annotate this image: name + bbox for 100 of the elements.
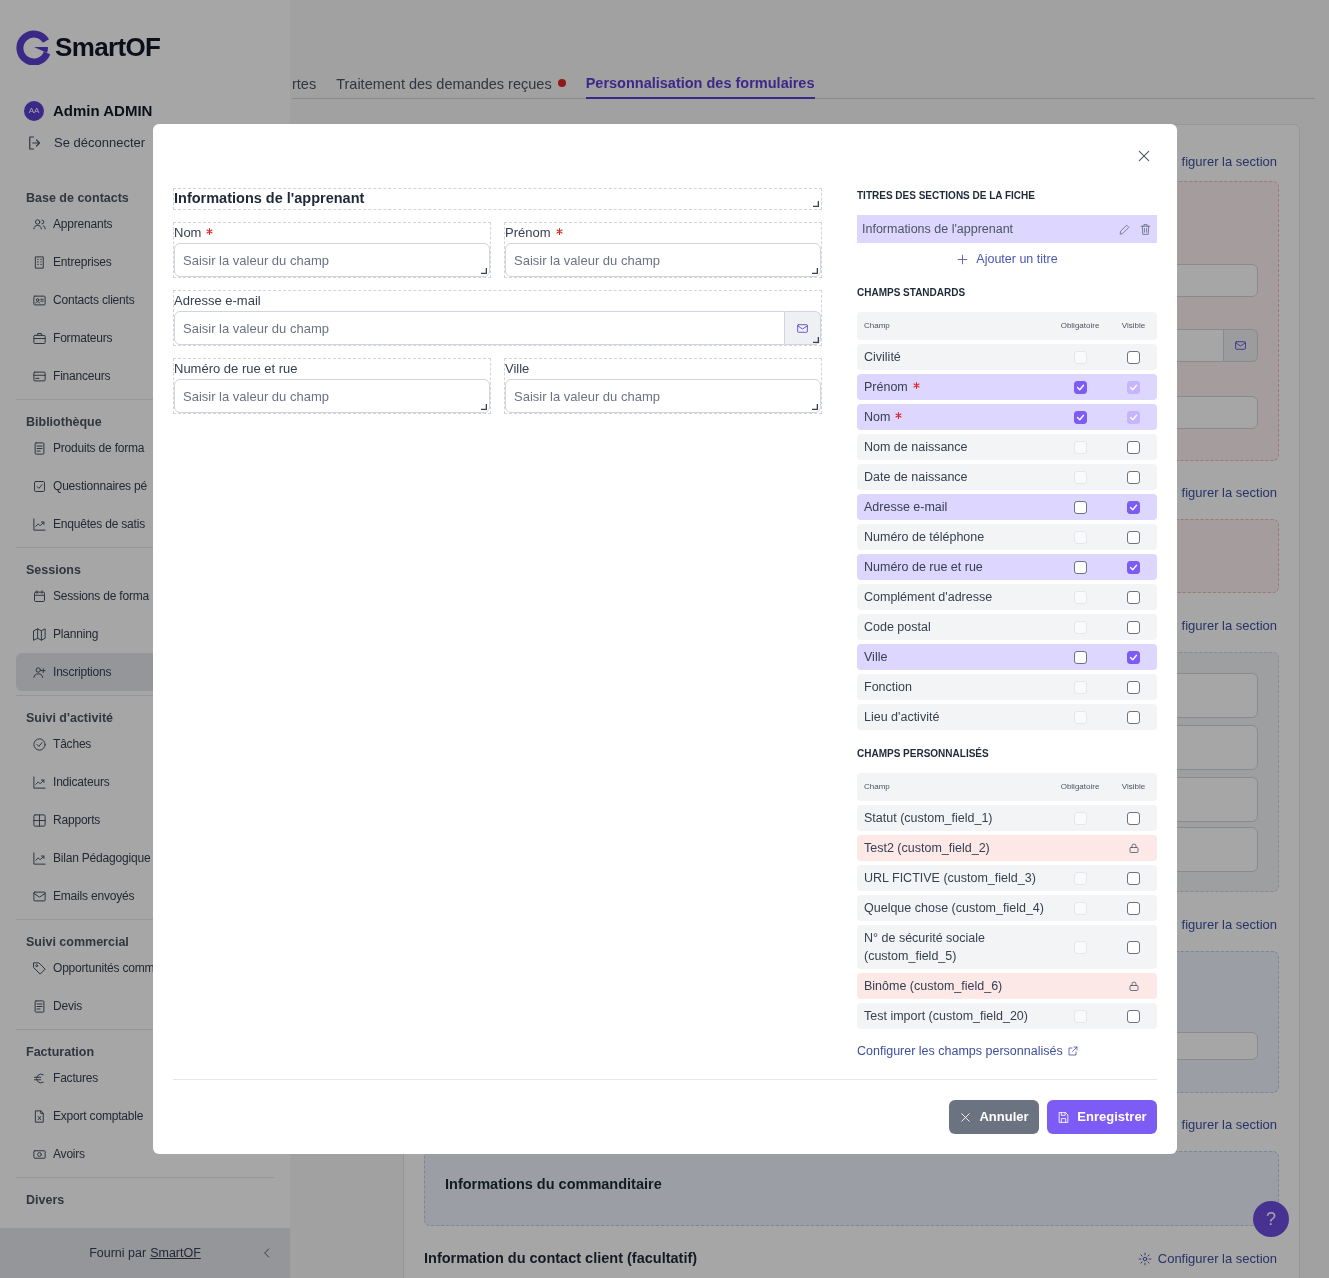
check-icon	[1075, 382, 1085, 392]
sidebar-item[interactable]: Devis	[16, 987, 274, 1025]
tab[interactable]: Traitement des demandes reçues	[336, 70, 566, 99]
sidebar-item[interactable]: Tâches	[16, 725, 274, 763]
map-icon	[32, 626, 47, 642]
checkbox[interactable]	[1073, 560, 1087, 574]
tab[interactable]: rtes	[292, 70, 317, 99]
credit-card-icon	[32, 368, 47, 384]
panel-heading: CHAMPS STANDARDS	[857, 285, 967, 299]
envelope-icon	[32, 888, 47, 904]
sidebar-item[interactable]: Avoirs	[16, 1135, 274, 1173]
trash-icon[interactable]	[1139, 222, 1152, 236]
input-field[interactable]: Saisir la valeur du champ	[174, 243, 490, 277]
sidebar-item[interactable]: Rapports	[16, 801, 274, 839]
field-name: Numéro de téléphone	[864, 529, 985, 546]
input-field[interactable]: Saisir la valeur du champ	[505, 243, 821, 277]
checkbox[interactable]	[1127, 940, 1140, 954]
tab[interactable]: Personnalisation des formulaires	[585, 70, 815, 99]
cancel-button[interactable]: Annuler	[949, 1100, 1039, 1134]
input-field[interactable]: Saisir la valeur du champ	[174, 311, 785, 345]
field-name: Adresse e-mail	[864, 499, 948, 516]
sidebar-item[interactable]: Bilan Pédagogique	[16, 839, 274, 877]
checkbox[interactable]	[1127, 650, 1140, 664]
logout-link[interactable]: Se déconnecter	[0, 126, 146, 160]
sidebar-item[interactable]: Enquêtes de satis	[16, 505, 274, 543]
chart-icon	[32, 516, 47, 532]
sidebar-item[interactable]: Questionnaires pé	[16, 467, 274, 505]
checkbox[interactable]	[1127, 500, 1140, 514]
field-label: Ville	[505, 360, 530, 379]
section-title-row[interactable]: Informations de l'apprenant	[857, 215, 1157, 243]
sidebar-item[interactable]: Emails envoyés	[16, 877, 274, 915]
checkbox[interactable]	[1127, 620, 1140, 634]
checkbox[interactable]	[1127, 440, 1140, 454]
section-heading: Facturation	[26, 1044, 95, 1061]
check-icon	[1075, 412, 1085, 422]
section-heading: Suivi commercial	[26, 934, 129, 951]
section-heading: Base de contacts	[26, 190, 129, 207]
sidebar-item[interactable]: Indicateurs	[16, 763, 274, 801]
checkbox[interactable]	[1127, 710, 1140, 724]
check-icon	[1129, 562, 1138, 572]
chart-icon	[32, 774, 47, 790]
checkbox[interactable]	[1127, 470, 1140, 484]
field-name: URL FICTIVE (custom_field_3)	[864, 870, 1036, 887]
euro-icon	[32, 1070, 47, 1086]
sidebar-item[interactable]: Planning	[16, 615, 274, 653]
panel-heading: TITRES DES SECTIONS DE LA FICHE	[857, 188, 1036, 202]
checkbox[interactable]	[1127, 590, 1140, 604]
input-field[interactable]: Saisir la valeur du champ	[505, 379, 821, 413]
sidebar-item[interactable]: Factures	[16, 1059, 274, 1097]
file-icon	[32, 1108, 47, 1124]
field-name: Test2 (custom_field_2)	[864, 840, 990, 857]
save-icon	[1057, 1110, 1071, 1124]
checkbox[interactable]	[1127, 1009, 1140, 1023]
configure-link[interactable]: Configurer la section	[1137, 1250, 1279, 1268]
sidebar-item[interactable]: Produits de forma	[16, 429, 274, 467]
field-name: Quelque chose (custom_field_4)	[864, 900, 1044, 917]
checkbox[interactable]	[1073, 500, 1087, 514]
field-name: Complément d'adresse	[864, 589, 993, 606]
sidebar-item[interactable]: Export comptable	[16, 1097, 274, 1135]
field-name: Binôme (custom_field_6)	[864, 978, 1003, 995]
logo-icon	[16, 29, 52, 65]
logo-text: SmartOF	[55, 30, 161, 64]
save-button[interactable]: Enregistrer	[1047, 1100, 1157, 1134]
resize-handle-icon	[813, 337, 819, 343]
checkbox[interactable]	[1127, 530, 1140, 544]
input-field[interactable]: Saisir la valeur du champ	[174, 379, 490, 413]
field-name: Prénom	[864, 379, 908, 396]
tag-icon	[32, 960, 47, 976]
checkbox[interactable]	[1073, 380, 1087, 394]
checkbox[interactable]	[1073, 410, 1087, 424]
envelope-icon	[1234, 339, 1247, 352]
check-icon	[1129, 502, 1138, 512]
resize-handle-icon	[812, 404, 818, 410]
checkbox[interactable]	[1127, 560, 1140, 574]
footer-link[interactable]: SmartOF	[150, 1243, 201, 1263]
field-label: Adresse e-mail	[174, 292, 261, 311]
close-icon[interactable]	[1136, 148, 1152, 164]
column-header: Obligatoire	[1059, 781, 1101, 793]
id-card-icon	[32, 292, 47, 308]
checkbox[interactable]	[1127, 680, 1140, 694]
field-name: Numéro de rue et rue	[864, 559, 983, 576]
resize-handle-icon	[812, 268, 818, 274]
document-icon	[32, 998, 47, 1014]
plus-icon	[956, 252, 970, 266]
field-name: Statut (custom_field_1)	[864, 810, 993, 827]
add-title-button[interactable]: Ajouter un titre	[956, 249, 1058, 269]
field-name: Fonction	[864, 679, 912, 696]
checkbox[interactable]	[1127, 811, 1140, 825]
chart-icon	[32, 850, 47, 866]
section-heading: Bibliothèque	[26, 414, 102, 431]
section-title: Information du contact client (facultatif)	[424, 1249, 698, 1269]
checkbox[interactable]	[1127, 350, 1140, 364]
checkbox[interactable]	[1073, 650, 1087, 664]
external-link-icon	[1066, 1045, 1079, 1057]
sidebar-item[interactable]: Sessions de forma	[16, 577, 274, 615]
configure-fields-link[interactable]: Configurer les champs personnalisés	[857, 1043, 1079, 1059]
form-section-title: Informations de l'apprenant	[174, 189, 365, 209]
checkbox[interactable]	[1127, 871, 1140, 885]
calendar-icon	[32, 588, 47, 604]
checkbox[interactable]	[1127, 901, 1140, 915]
